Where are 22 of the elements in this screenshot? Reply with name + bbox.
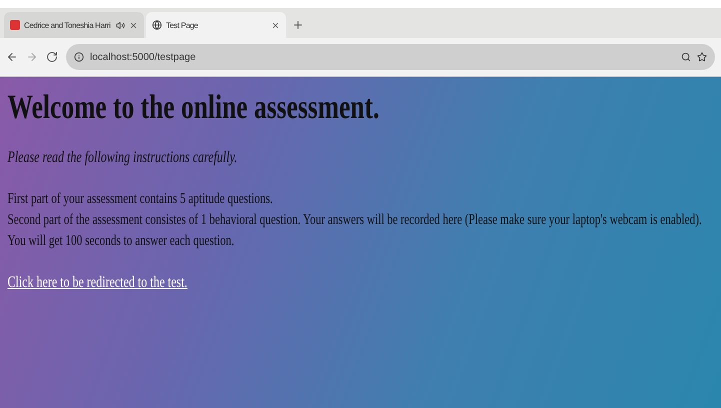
info-text: First part of your assessment contains 5 aptitude questions.	[8, 190, 274, 209]
test-link[interactable]: Click here to be redirected to the test.	[8, 274, 188, 292]
tab-title: Test Page	[166, 20, 199, 30]
browser-tab[interactable]: Cedrice and Toneshia Harri	[4, 12, 144, 38]
star-icon	[697, 52, 707, 62]
search-icon	[681, 52, 691, 62]
favicon-icon	[10, 20, 20, 30]
close-icon[interactable]	[271, 20, 280, 30]
url-text: localhost:5000/testpage	[90, 52, 196, 62]
info-text: Second part of the assessment consistes of 1 behavioral question. Your answers will be recorded here (Please make sure your laptop's webcam is enabled).	[8, 211, 703, 230]
close-icon[interactable]	[129, 20, 138, 30]
new-tab-icon[interactable]	[292, 19, 304, 31]
info-icon	[74, 52, 84, 62]
address-field[interactable]: localhost:5000/testpage	[66, 44, 715, 70]
info-text: You will get 100 seconds to answer each question.	[8, 232, 236, 251]
globe-icon	[152, 20, 162, 30]
tab-title: Cedrice and Toneshia Harri	[24, 20, 112, 30]
back-icon[interactable]	[6, 51, 18, 63]
instruction-text: Please read the following instructions carefully.	[8, 149, 238, 167]
browser-tab[interactable]: Test Page	[146, 12, 286, 38]
page-heading: Welcome to the online assessment.	[8, 89, 380, 127]
reload-icon[interactable]	[46, 51, 58, 63]
